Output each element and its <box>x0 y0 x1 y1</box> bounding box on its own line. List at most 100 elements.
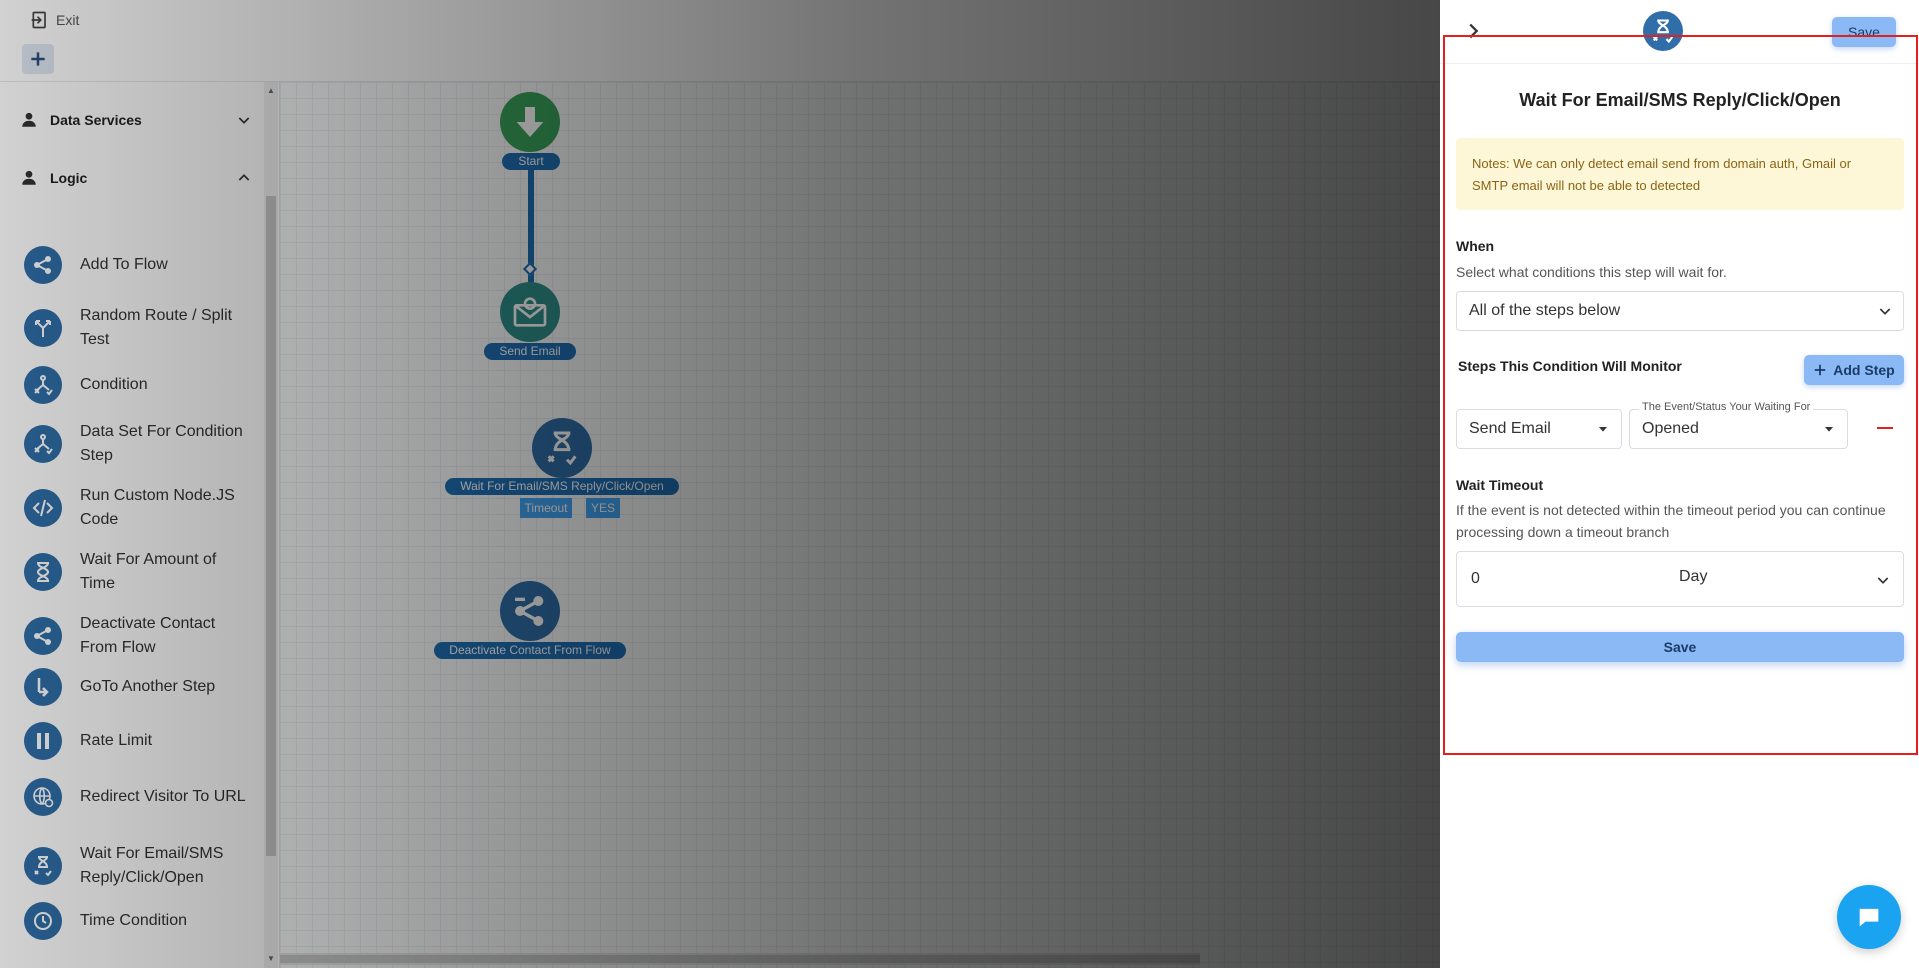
sidebar-item-random-route[interactable]: Random Route / Split Test <box>24 304 264 352</box>
sidebar-item-redirect[interactable]: Redirect Visitor To URL <box>24 778 264 816</box>
hourglass-icon <box>547 431 577 466</box>
monitor-step-select[interactable]: Send Email <box>1456 409 1622 449</box>
monitor-step-value: Send Email <box>1469 420 1551 437</box>
sidebar-item-wait-reply[interactable]: Wait For Email/SMS Reply/Click/Open <box>24 842 264 890</box>
connector-diamond[interactable] <box>522 261 538 277</box>
sidebar-item-label: Redirect Visitor To URL <box>80 788 246 805</box>
when-selected-value: All of the steps below <box>1469 302 1621 319</box>
sidebar-item-add-to-flow[interactable]: Add To Flow <box>24 246 264 284</box>
start-node[interactable] <box>500 92 560 152</box>
sidebar-item-label: Add To Flow <box>80 256 168 273</box>
chevron-up-icon <box>238 174 250 181</box>
hourglass-icon <box>24 847 62 885</box>
sidebar-item-label: Time Condition <box>80 912 188 929</box>
sidebar-item-label: Deactivate Contact From Flow <box>80 615 216 656</box>
flow-canvas[interactable]: Start Send Email Wait For Email/SMS Repl… <box>280 82 1440 968</box>
sidebar-item-condition[interactable]: Condition <box>24 366 264 404</box>
scroll-down-arrow[interactable]: ▼ <box>267 954 275 963</box>
when-help: Select what conditions this step will wa… <box>1456 264 1727 280</box>
section-label: Logic <box>50 170 88 186</box>
plus-icon <box>1815 364 1826 376</box>
split-route-icon <box>24 309 62 347</box>
code-icon <box>24 489 62 527</box>
sidebar-item-label: Run Custom Node.JS Code <box>80 487 235 528</box>
add-node-button[interactable] <box>22 44 54 74</box>
remove-step-button[interactable] <box>1871 418 1899 438</box>
event-status-label: The Event/Status Your Waiting For <box>1639 401 1814 413</box>
chat-widget-button[interactable] <box>1837 885 1901 949</box>
sidebar-item-goto-step[interactable]: GoTo Another Step <box>24 668 264 706</box>
sidebar-item-label: Random Route / Split Test <box>80 307 233 348</box>
exit-link[interactable]: Exit <box>30 10 79 30</box>
deactivate-node[interactable] <box>500 581 560 641</box>
send-email-node[interactable] <box>500 282 560 342</box>
chevron-down-icon <box>238 117 250 124</box>
scrollbar-thumb[interactable] <box>266 196 276 856</box>
hourglass-icon <box>1643 11 1683 51</box>
sidebar-item-label: Rate Limit <box>80 732 153 749</box>
person-icon <box>22 170 36 185</box>
person-icon <box>22 112 36 127</box>
section-logic[interactable]: Logic <box>0 158 262 198</box>
share-icon <box>24 617 62 655</box>
section-label: Data Services <box>50 112 142 128</box>
when-select[interactable]: All of the steps below <box>1456 291 1904 331</box>
timeout-unit-select[interactable]: Day <box>1679 568 1707 586</box>
node-library-sidebar: Data Services Logic Add To Flow Random R… <box>0 82 280 968</box>
goto-arrow-icon <box>24 668 62 706</box>
exit-label: Exit <box>56 12 80 28</box>
arrow-down-icon <box>516 107 544 137</box>
hourglass-icon <box>24 553 62 591</box>
header-save-button[interactable]: Save <box>1832 17 1896 47</box>
sidebar-item-label: Data Set For Condition Step <box>80 423 243 464</box>
branch-yes[interactable]: YES <box>586 498 620 518</box>
plus-icon <box>31 52 45 66</box>
branch-timeout[interactable]: Timeout <box>520 498 572 518</box>
add-step-label: Add Step <box>1833 362 1895 378</box>
chevron-down-icon <box>1879 308 1891 315</box>
event-status-value: Opened <box>1642 420 1699 437</box>
chevron-right-icon[interactable] <box>1462 20 1484 42</box>
timeout-help: If the event is not detected within the … <box>1456 502 1886 540</box>
start-node-label[interactable]: Start <box>502 153 560 170</box>
timeout-title: Wait Timeout <box>1456 477 1544 493</box>
clock-icon <box>24 902 62 940</box>
event-status-select[interactable]: Opened <box>1629 409 1848 449</box>
chat-icon <box>1859 908 1879 927</box>
caret-down-icon <box>1825 427 1833 432</box>
sidebar-item-time-condition[interactable]: Time Condition <box>24 902 264 940</box>
globe-icon <box>24 778 62 816</box>
send-email-node-label[interactable]: Send Email <box>484 343 576 360</box>
canvas-horizontal-scrollbar[interactable] <box>280 953 1200 965</box>
sidebar-item-data-set-condition[interactable]: Data Set For Condition Step <box>24 420 264 468</box>
deactivate-node-label[interactable]: Deactivate Contact From Flow <box>434 642 626 659</box>
timeout-value-input[interactable]: 0 <box>1471 570 1621 592</box>
sidebar-item-label: Wait For Email/SMS Reply/Click/Open <box>80 845 224 886</box>
condition-icon <box>24 366 62 404</box>
section-data-services[interactable]: Data Services <box>0 100 262 140</box>
steps-monitor-title: Steps This Condition Will Monitor <box>1458 358 1682 374</box>
form-title: Wait For Email/SMS Reply/Click/Open <box>1519 90 1841 110</box>
sidebar-scrollbar[interactable]: ▲ ▼ <box>264 82 278 968</box>
save-button[interactable]: Save <box>1456 632 1904 662</box>
flow-builder-app: Exit Data Services Logic Add To Flow Ran… <box>0 0 1440 968</box>
add-step-button[interactable]: Add Step <box>1804 355 1904 385</box>
when-title: When <box>1456 238 1495 254</box>
condition-icon <box>24 425 62 463</box>
scrollbar-thumb[interactable] <box>280 955 1200 963</box>
wait-reply-node[interactable] <box>532 418 592 478</box>
notes-banner: Notes: We can only detect email send fro… <box>1456 138 1904 210</box>
email-icon <box>513 297 547 327</box>
wait-reply-node-label[interactable]: Wait For Email/SMS Reply/Click/Open <box>445 478 679 495</box>
pause-icon <box>24 722 62 760</box>
scroll-up-arrow[interactable]: ▲ <box>267 86 275 95</box>
sidebar-item-rate-limit[interactable]: Rate Limit <box>24 722 264 760</box>
sidebar-item-wait-time[interactable]: Wait For Amount of Time <box>24 548 264 596</box>
chevron-down-icon[interactable] <box>1875 572 1891 588</box>
sidebar-item-run-code[interactable]: Run Custom Node.JS Code <box>24 484 264 532</box>
minus-icon <box>1877 427 1893 429</box>
caret-down-icon <box>1599 427 1607 432</box>
sidebar-item-deactivate[interactable]: Deactivate Contact From Flow <box>24 612 264 660</box>
share-icon <box>515 596 544 626</box>
sidebar-item-label: Wait For Amount of Time <box>80 551 217 592</box>
